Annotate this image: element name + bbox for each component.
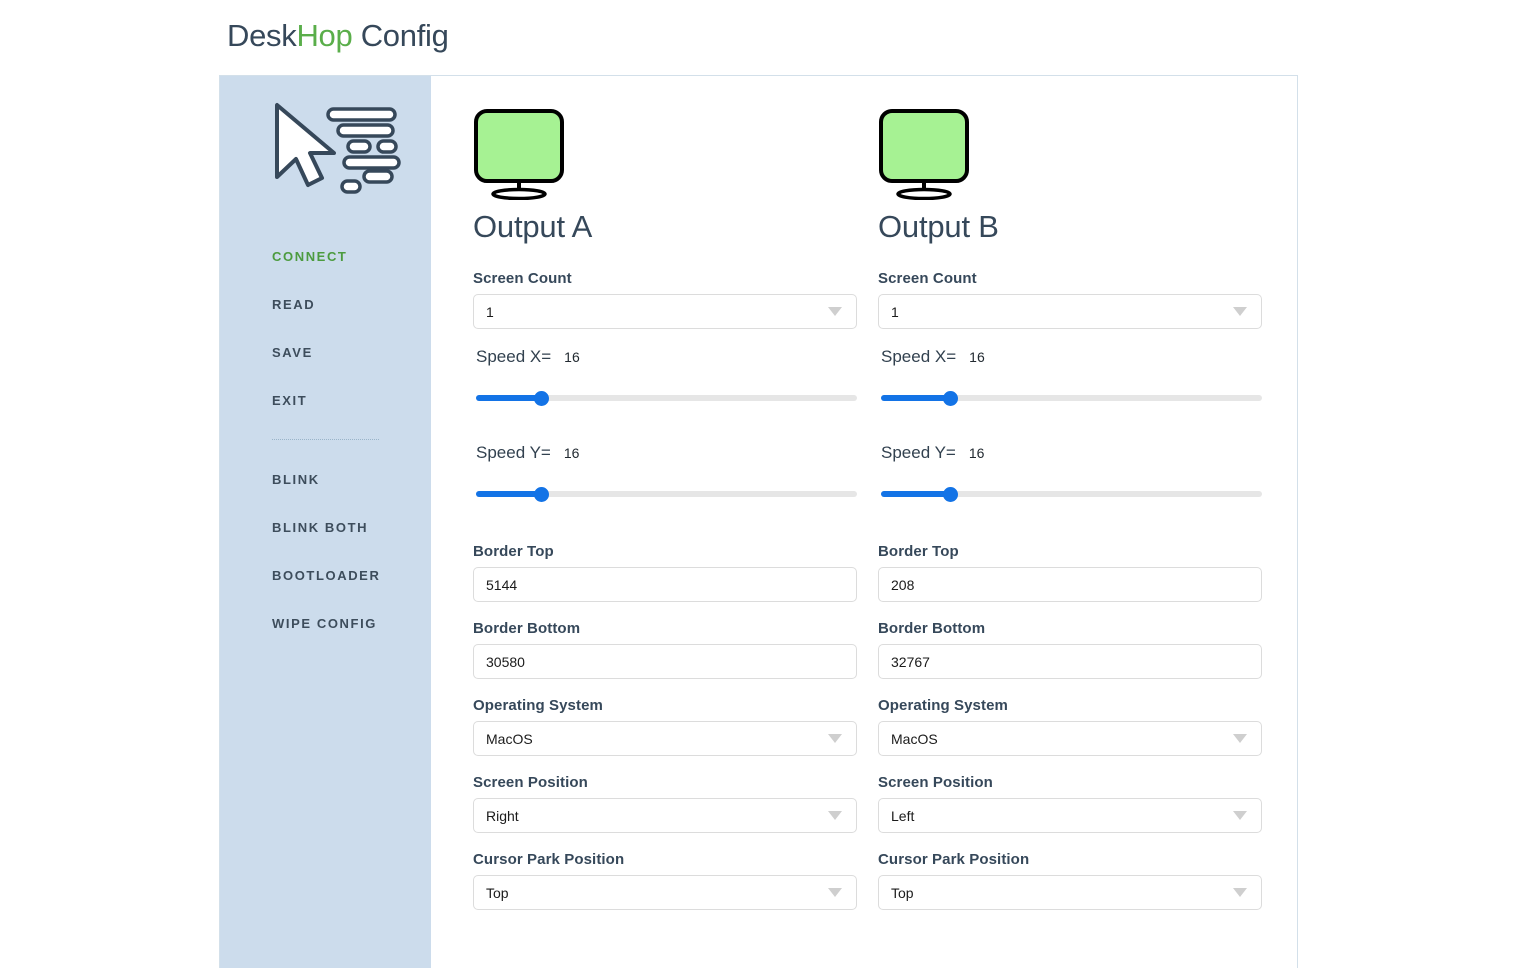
slider-thumb[interactable] xyxy=(942,391,958,407)
slider-fill xyxy=(881,395,950,402)
operating-system-label-a: Operating System xyxy=(473,697,603,715)
screen-position-value-b: Left xyxy=(891,807,915,824)
slider-fill xyxy=(476,395,541,402)
screen-position-select-a[interactable]: Right xyxy=(473,798,857,834)
chevron-down-icon xyxy=(1233,811,1247,821)
sidebar-item-connect[interactable]: CONNECT xyxy=(220,233,431,281)
border-top-label-a: Border Top xyxy=(473,543,554,561)
slider-fill xyxy=(881,491,950,498)
page-title: DeskHop Config xyxy=(227,18,449,54)
chevron-down-icon xyxy=(828,811,842,821)
operating-system-value-b: MacOS xyxy=(891,730,938,747)
operating-system-select-b[interactable]: MacOS xyxy=(878,721,1262,757)
screen-position-value-a: Right xyxy=(486,807,519,824)
brand-desk: Desk xyxy=(227,18,297,53)
cursor-motion-logo-icon xyxy=(272,101,402,196)
chevron-down-icon xyxy=(1233,307,1247,317)
cursor-park-position-value-a: Top xyxy=(486,884,509,901)
speed-y-label-b: Speed Y= xyxy=(881,443,956,463)
cursor-park-position-select-a[interactable]: Top xyxy=(473,875,857,911)
border-top-input-a[interactable]: 5144 xyxy=(473,567,857,603)
sidebar-item-wipe-config[interactable]: WIPE CONFIG xyxy=(220,600,431,648)
speed-x-row-a: Speed X= 16 xyxy=(473,347,857,367)
border-bottom-label-a: Border Bottom xyxy=(473,620,581,638)
sidebar-nav: CONNECT READ SAVE EXIT BLINK BLINK BOTH … xyxy=(220,233,431,648)
speed-y-slider-b[interactable] xyxy=(881,485,1262,503)
speed-y-row-a: Speed Y= 16 xyxy=(473,443,857,463)
brand-hop: Hop xyxy=(296,18,353,53)
speed-x-row-b: Speed X= 16 xyxy=(878,347,1262,367)
speed-y-slider-a[interactable] xyxy=(476,485,857,503)
screen-count-select-a[interactable]: 1 xyxy=(473,294,857,330)
operating-system-label-b: Operating System xyxy=(878,697,1008,715)
speed-x-label-a: Speed X= xyxy=(476,347,552,367)
sidebar-item-bootloader[interactable]: BOOTLOADER xyxy=(220,552,431,600)
speed-x-slider-a[interactable] xyxy=(476,389,857,407)
sidebar-item-blink[interactable]: BLINK xyxy=(220,456,431,504)
app-shell: CONNECT READ SAVE EXIT BLINK BLINK BOTH … xyxy=(219,75,1298,968)
screen-count-value-b: 1 xyxy=(891,303,899,320)
sidebar-divider xyxy=(272,439,379,440)
monitor-icon-a xyxy=(473,108,565,201)
chevron-down-icon xyxy=(1233,888,1247,898)
speed-x-value-a: 16 xyxy=(564,349,580,366)
border-bottom-input-a[interactable]: 30580 xyxy=(473,644,857,680)
output-a-title: Output A xyxy=(473,209,593,244)
output-a-column: Output A Screen Count 1 Speed X= 16 Spee… xyxy=(473,108,857,928)
cursor-park-position-select-b[interactable]: Top xyxy=(878,875,1262,911)
screen-position-label-b: Screen Position xyxy=(878,774,993,792)
chevron-down-icon xyxy=(828,307,842,317)
border-top-label-b: Border Top xyxy=(878,543,959,561)
screen-count-select-b[interactable]: 1 xyxy=(878,294,1262,330)
sidebar-item-read[interactable]: READ xyxy=(220,281,431,329)
sidebar-item-save[interactable]: SAVE xyxy=(220,329,431,377)
speed-y-value-a: 16 xyxy=(563,445,580,462)
cursor-park-position-value-b: Top xyxy=(891,884,914,901)
screen-position-label-a: Screen Position xyxy=(473,774,588,792)
operating-system-value-a: MacOS xyxy=(486,730,533,747)
chevron-down-icon xyxy=(828,888,842,898)
brand-config: Config xyxy=(352,18,449,53)
speed-y-label-a: Speed Y= xyxy=(476,443,551,463)
cursor-park-position-label-a: Cursor Park Position xyxy=(473,851,625,869)
screen-count-value-a: 1 xyxy=(486,303,494,320)
slider-thumb[interactable] xyxy=(942,487,958,503)
main-content: Output A Screen Count 1 Speed X= 16 Spee… xyxy=(431,76,1297,968)
sidebar: CONNECT READ SAVE EXIT BLINK BLINK BOTH … xyxy=(220,76,431,968)
speed-x-slider-b[interactable] xyxy=(881,389,1262,407)
border-bottom-label-b: Border Bottom xyxy=(878,620,986,638)
slider-thumb[interactable] xyxy=(533,391,549,407)
sidebar-item-blink-both[interactable]: BLINK BOTH xyxy=(220,504,431,552)
border-bottom-input-b[interactable]: 32767 xyxy=(878,644,1262,680)
border-top-input-b[interactable]: 208 xyxy=(878,567,1262,603)
speed-y-row-b: Speed Y= 16 xyxy=(878,443,1262,463)
speed-x-value-b: 16 xyxy=(969,349,985,366)
screen-count-label-a: Screen Count xyxy=(473,270,572,288)
screen-count-label-b: Screen Count xyxy=(878,270,977,288)
sidebar-item-exit[interactable]: EXIT xyxy=(220,377,431,425)
slider-thumb[interactable] xyxy=(533,487,549,503)
slider-fill xyxy=(476,491,541,498)
screen-position-select-b[interactable]: Left xyxy=(878,798,1262,834)
output-columns: Output A Screen Count 1 Speed X= 16 Spee… xyxy=(473,108,1262,928)
monitor-icon-b xyxy=(878,108,970,201)
chevron-down-icon xyxy=(828,734,842,744)
cursor-park-position-label-b: Cursor Park Position xyxy=(878,851,1030,869)
speed-x-label-b: Speed X= xyxy=(881,347,957,367)
output-b-title: Output B xyxy=(878,209,999,244)
output-b-column: Output B Screen Count 1 Speed X= 16 Spee… xyxy=(878,108,1262,928)
operating-system-select-a[interactable]: MacOS xyxy=(473,721,857,757)
chevron-down-icon xyxy=(1233,734,1247,744)
speed-y-value-b: 16 xyxy=(968,445,985,462)
